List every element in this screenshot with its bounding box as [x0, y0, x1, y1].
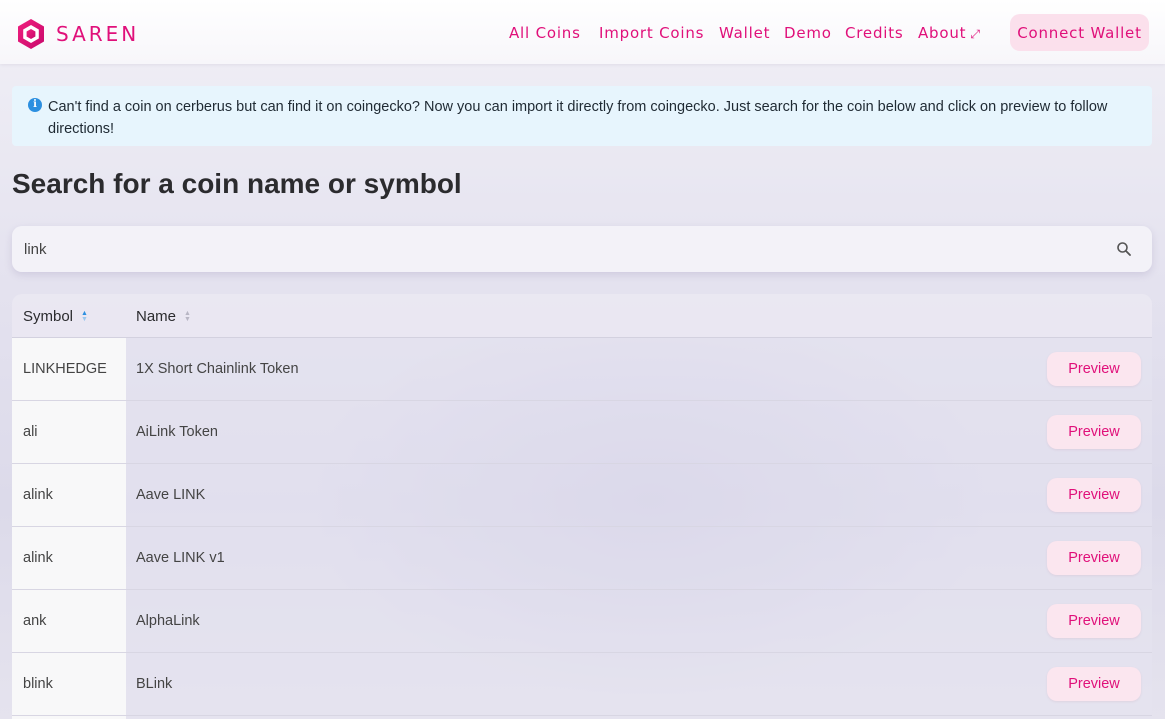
- page-title: Search for a coin name or symbol: [12, 168, 462, 199]
- coin-results-table: Symbol ▲ ▼ Name ▲ ▼ LINKHEDGE 1X Short Cha…: [12, 294, 1152, 719]
- search-input[interactable]: [24, 226, 1104, 272]
- column-label-name: Name: [136, 308, 177, 325]
- table-row: alink Aave LINK Preview: [12, 464, 1152, 527]
- brand-name: SAREN: [56, 22, 140, 46]
- row-name: AiLink Token: [136, 424, 218, 440]
- column-label-symbol: Symbol: [23, 308, 74, 325]
- search-icon[interactable]: [1116, 241, 1132, 257]
- row-symbol: alink: [23, 550, 53, 566]
- preview-button[interactable]: Preview: [1047, 478, 1141, 512]
- row-symbol: blink: [23, 676, 53, 692]
- nav-credits[interactable]: Credits: [845, 24, 904, 42]
- row-symbol: ank: [23, 613, 47, 629]
- sort-icon: ▲ ▼: [184, 309, 191, 323]
- nav-about-label: About: [918, 24, 967, 42]
- nav-all-coins[interactable]: All Coins: [509, 24, 581, 42]
- sort-ascending-icon: ▲ ▼: [81, 309, 88, 323]
- top-navbar: SAREN All Coins Import Coins Wallet Demo…: [0, 0, 1165, 64]
- row-symbol: LINKHEDGE: [23, 361, 107, 377]
- info-text: Can't find a coin on cerberus but can fi…: [48, 99, 1108, 137]
- info-icon: i: [28, 98, 42, 112]
- external-link-icon: ⤢: [970, 27, 981, 41]
- saren-logo-icon: [18, 19, 44, 49]
- row-name: Aave LINK: [136, 487, 206, 503]
- row-symbol: alink: [23, 487, 53, 503]
- table-row: ank AlphaLink Preview: [12, 590, 1152, 653]
- search-box: [12, 226, 1152, 272]
- row-name: 1X Short Chainlink Token: [136, 361, 299, 377]
- table-row: LINKHEDGE 1X Short Chainlink Token Previ…: [12, 338, 1152, 401]
- nav-about[interactable]: About ⤢: [918, 24, 981, 42]
- preview-button[interactable]: Preview: [1047, 415, 1141, 449]
- nav-import-coins[interactable]: Import Coins: [599, 24, 704, 42]
- row-symbol: ali: [23, 424, 38, 440]
- preview-button[interactable]: Preview: [1047, 541, 1141, 575]
- preview-button[interactable]: Preview: [1047, 352, 1141, 386]
- connect-wallet-button[interactable]: Connect Wallet: [1010, 14, 1149, 51]
- row-name: BLink: [136, 676, 173, 692]
- table-row: ali AiLink Token Preview: [12, 401, 1152, 464]
- row-name: Aave LINK v1: [136, 550, 225, 566]
- brand-logo[interactable]: SAREN: [14, 17, 139, 51]
- table-row: blink BLink Preview: [12, 653, 1152, 716]
- preview-button[interactable]: Preview: [1047, 604, 1141, 638]
- info-banner: i Can't find a coin on cerberus but can …: [12, 86, 1152, 146]
- nav-wallet[interactable]: Wallet: [719, 24, 770, 42]
- table-row: alink Aave LINK v1 Preview: [12, 527, 1152, 590]
- column-header-symbol[interactable]: Symbol ▲ ▼: [23, 308, 88, 325]
- row-name: AlphaLink: [136, 613, 200, 629]
- table-header: Symbol ▲ ▼ Name ▲ ▼: [12, 294, 1152, 338]
- nav-demo[interactable]: Demo: [784, 24, 832, 42]
- column-header-name[interactable]: Name ▲ ▼: [136, 308, 191, 325]
- preview-button[interactable]: Preview: [1047, 667, 1141, 701]
